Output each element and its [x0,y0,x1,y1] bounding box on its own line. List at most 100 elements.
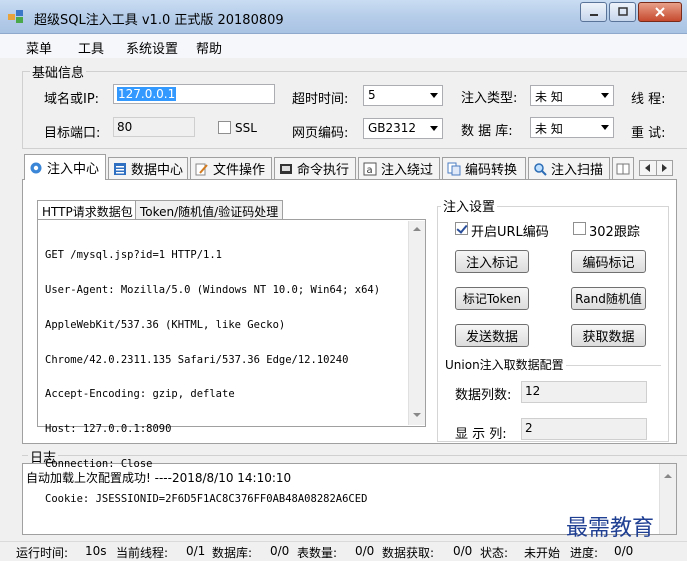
tab-file-operations[interactable]: 文件操作 [190,157,272,179]
tab-command-exec[interactable]: 命令执行 [274,157,356,179]
tab-label: 注入绕过 [381,163,434,178]
encoding-select[interactable]: GB2312 [363,118,443,139]
current-thread-label: 当前线程: [116,546,169,560]
request-line: Host: 127.0.0.1:8090 [45,423,172,436]
columns-input[interactable]: 12 [521,381,647,403]
tab-label: 命令执行 [297,163,350,178]
maximize-button[interactable] [609,2,636,22]
chevron-down-icon [601,125,609,130]
domain-label: 域名或IP: [44,92,100,107]
log-scrollbar[interactable] [659,464,676,534]
chevron-left-icon [645,164,651,172]
database-icon [114,162,126,175]
timeout-select[interactable]: 5 [363,85,443,106]
minimize-button[interactable] [580,2,607,22]
gear-icon [30,162,42,173]
tab-injection-center[interactable]: 注入中心 [24,154,106,180]
svg-text:a: a [367,165,373,176]
request-line: Chrome/42.0.2311.135 Safari/537.36 Edge/… [45,353,349,366]
menu-item-tools[interactable]: 工具 [78,38,104,57]
close-icon [655,7,665,17]
display-columns-label: 显 示 列: [455,427,507,442]
menu-item-help[interactable]: 帮助 [196,38,222,57]
request-text: GET /mysql.jsp?id=1 HTTP/1.1 User-Agent:… [45,227,380,528]
inject-mark-button[interactable]: 注入标记 [455,250,529,273]
subtab-token[interactable]: Token/随机值/验证码处理 [135,200,284,219]
tab-scroll-left-button[interactable] [640,161,657,175]
request-line: Connection: Close [45,457,153,470]
rand-value-button[interactable]: Rand随机值 [571,287,646,310]
tables-label: 表数量: [297,546,338,560]
tab-label: 编码转换 [465,163,518,178]
minimize-icon [589,14,598,16]
domain-input[interactable]: 127.0.0.1 [113,84,275,104]
port-label: 目标端口: [44,126,101,141]
request-line: GET /mysql.jsp?id=1 HTTP/1.1 [45,249,223,262]
mark-token-button[interactable]: 标记Token [455,287,529,310]
tab-injection-bypass[interactable]: a 注入绕过 [358,157,440,179]
port-input[interactable]: 80 [113,117,195,137]
database-label: 数 据 库: [461,124,513,139]
database-value: 未 知 [535,122,563,136]
current-thread-value: 0/1 [186,544,206,558]
run-time-value: 10s [85,544,107,558]
request-line: Cookie: JSESSIONID=2F6D5F1AC8C376FF0AB48… [45,492,368,505]
request-scrollbar[interactable] [408,221,425,425]
ssl-label: SSL [235,121,257,135]
database-select[interactable]: 未 知 [530,117,614,138]
menu-bar: 菜单 工具 系统设置 帮助 [0,34,687,58]
url-encode-checkbox[interactable] [455,222,468,235]
inject-type-label: 注入类型: [461,91,518,106]
menu-item-menu[interactable]: 菜单 [26,38,52,57]
status-bar: 运行时间: 10s 当前线程: 0/1 数据库: 0/0 表数量: 0/0 数据… [0,541,687,560]
send-data-button[interactable]: 发送数据 [455,324,529,347]
union-config-label: Union注入取数据配置 [443,356,566,373]
tables-value: 0/0 [355,544,375,558]
book-icon [616,163,630,174]
state-label: 状态: [480,546,509,560]
fetch-data-button[interactable]: 获取数据 [571,324,646,347]
terminal-icon [280,163,292,174]
bypass-icon: a [363,162,377,176]
chevron-down-icon [430,126,438,131]
maximize-icon [617,7,628,16]
follow302-label: 302跟踪 [589,225,640,240]
threads-label: 线 程: [631,92,666,107]
display-columns-input[interactable]: 2 [521,418,647,440]
request-line: Accept-Encoding: gzip, deflate [45,388,235,401]
window-title: 超级SQL注入工具 v1.0 正式版 20180809 [34,13,284,28]
subtab-http-request[interactable]: HTTP请求数据包 [37,200,138,219]
progress-value: 0/0 [614,544,634,558]
file-edit-icon [195,163,208,175]
request-editor[interactable]: GET /mysql.jsp?id=1 HTTP/1.1 User-Agent:… [37,219,426,504]
basic-info-label: 基础信息 [30,62,87,81]
retry-label: 重 试: [631,126,666,141]
tab-label: 注入扫描 [551,163,604,178]
scroll-up-icon [664,474,672,478]
request-line: User-Agent: Mozilla/5.0 (Windows NT 10.0… [45,283,381,296]
encode-mark-button[interactable]: 编码标记 [571,250,646,273]
progress-label: 进度: [570,546,599,560]
chevron-down-icon [430,93,438,98]
database-status-value: 0/0 [270,544,290,558]
inject-type-select[interactable]: 未 知 [530,85,614,106]
title-bar[interactable]: 超级SQL注入工具 v1.0 正式版 20180809 [0,0,687,34]
tab-encoding-convert[interactable]: 编码转换 [442,157,526,179]
watermark: 最需教育 [566,516,655,541]
close-button[interactable] [638,2,682,22]
ssl-checkbox[interactable] [218,121,231,134]
tab-scroll-right-button[interactable] [657,161,673,175]
tab-injection-scan[interactable]: 注入扫描 [528,157,610,179]
tab-label: 数据中心 [131,163,184,178]
injection-settings-label: 注入设置 [441,196,498,215]
timeout-value: 5 [368,88,376,102]
tab-more[interactable] [612,157,634,179]
encode-icon [447,162,461,175]
follow302-checkbox[interactable] [573,222,586,235]
tab-label: 注入中心 [47,162,100,177]
timeout-label: 超时时间: [292,92,349,107]
scan-icon [534,162,547,176]
tab-data-center[interactable]: 数据中心 [108,157,188,179]
tab-label: 文件操作 [213,163,266,178]
menu-item-settings[interactable]: 系统设置 [126,38,178,57]
